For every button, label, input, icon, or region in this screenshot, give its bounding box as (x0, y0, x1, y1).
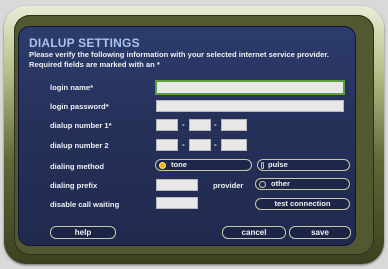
dialing-prefix-field[interactable] (156, 179, 198, 197)
disable-call-waiting-field[interactable] (156, 197, 198, 215)
pulse-option-label: pulse (268, 160, 288, 169)
dialup-number-2-dash-2: - (214, 140, 217, 149)
dialup-number-1-part-3-input[interactable] (222, 126, 246, 137)
radio-unselected-icon (261, 161, 264, 169)
dialup-number-2-part-3-input[interactable] (222, 146, 246, 157)
dialup-number-1-dash-2: - (214, 120, 217, 129)
dialup-number-2-part-3[interactable] (221, 139, 247, 157)
dialup-number-2-part-2[interactable] (189, 139, 211, 157)
dialing-method-tone-option[interactable]: tone (155, 159, 252, 171)
dialing-prefix-input[interactable] (157, 186, 197, 197)
disable-call-waiting-label: disable call waiting (50, 200, 120, 209)
dialup-number-2-part-2-input[interactable] (190, 146, 210, 157)
dialing-method-pulse-option[interactable]: pulse (257, 159, 350, 171)
cancel-button[interactable]: cancel (222, 226, 286, 239)
dialup-number-2-part-1-input[interactable] (157, 146, 177, 157)
login-password-input[interactable] (157, 107, 343, 118)
dialup-number-1-label: dialup number 1* (50, 121, 112, 130)
dialup-number-1-dash-1: - (182, 120, 185, 129)
page-title: DIALUP SETTINGS (29, 36, 140, 50)
test-connection-button[interactable]: test connection (255, 198, 350, 210)
save-button[interactable]: save (289, 226, 351, 239)
dialup-number-1-part-1[interactable] (156, 119, 178, 137)
radio-selected-icon (159, 161, 166, 169)
provider-select[interactable]: other (255, 178, 350, 190)
disable-call-waiting-input[interactable] (157, 204, 197, 215)
dialup-number-2-part-1[interactable] (156, 139, 178, 157)
login-name-field[interactable] (155, 80, 345, 99)
tone-option-label: tone (171, 160, 188, 169)
provider-value: other (271, 179, 290, 188)
login-name-input[interactable] (157, 88, 343, 99)
dialup-number-1-part-3[interactable] (221, 119, 247, 137)
dialup-number-2-dash-1: - (182, 140, 185, 149)
dialing-prefix-label: dialing prefix (50, 181, 98, 190)
help-button[interactable]: help (50, 226, 116, 239)
login-password-field[interactable] (156, 100, 344, 118)
dialing-method-label: dialing method (50, 162, 104, 171)
dialup-number-2-label: dialup number 2 (50, 141, 109, 150)
dialup-number-1-part-2-input[interactable] (190, 126, 210, 137)
dialup-number-1-part-1-input[interactable] (157, 126, 177, 137)
login-password-label: login password* (50, 102, 109, 111)
page-description: Please verify the following information … (29, 50, 330, 69)
login-name-label: login name* (50, 83, 94, 92)
provider-indicator-icon (259, 180, 266, 188)
dialup-number-1-part-2[interactable] (189, 119, 211, 137)
provider-label: provider (213, 181, 244, 190)
